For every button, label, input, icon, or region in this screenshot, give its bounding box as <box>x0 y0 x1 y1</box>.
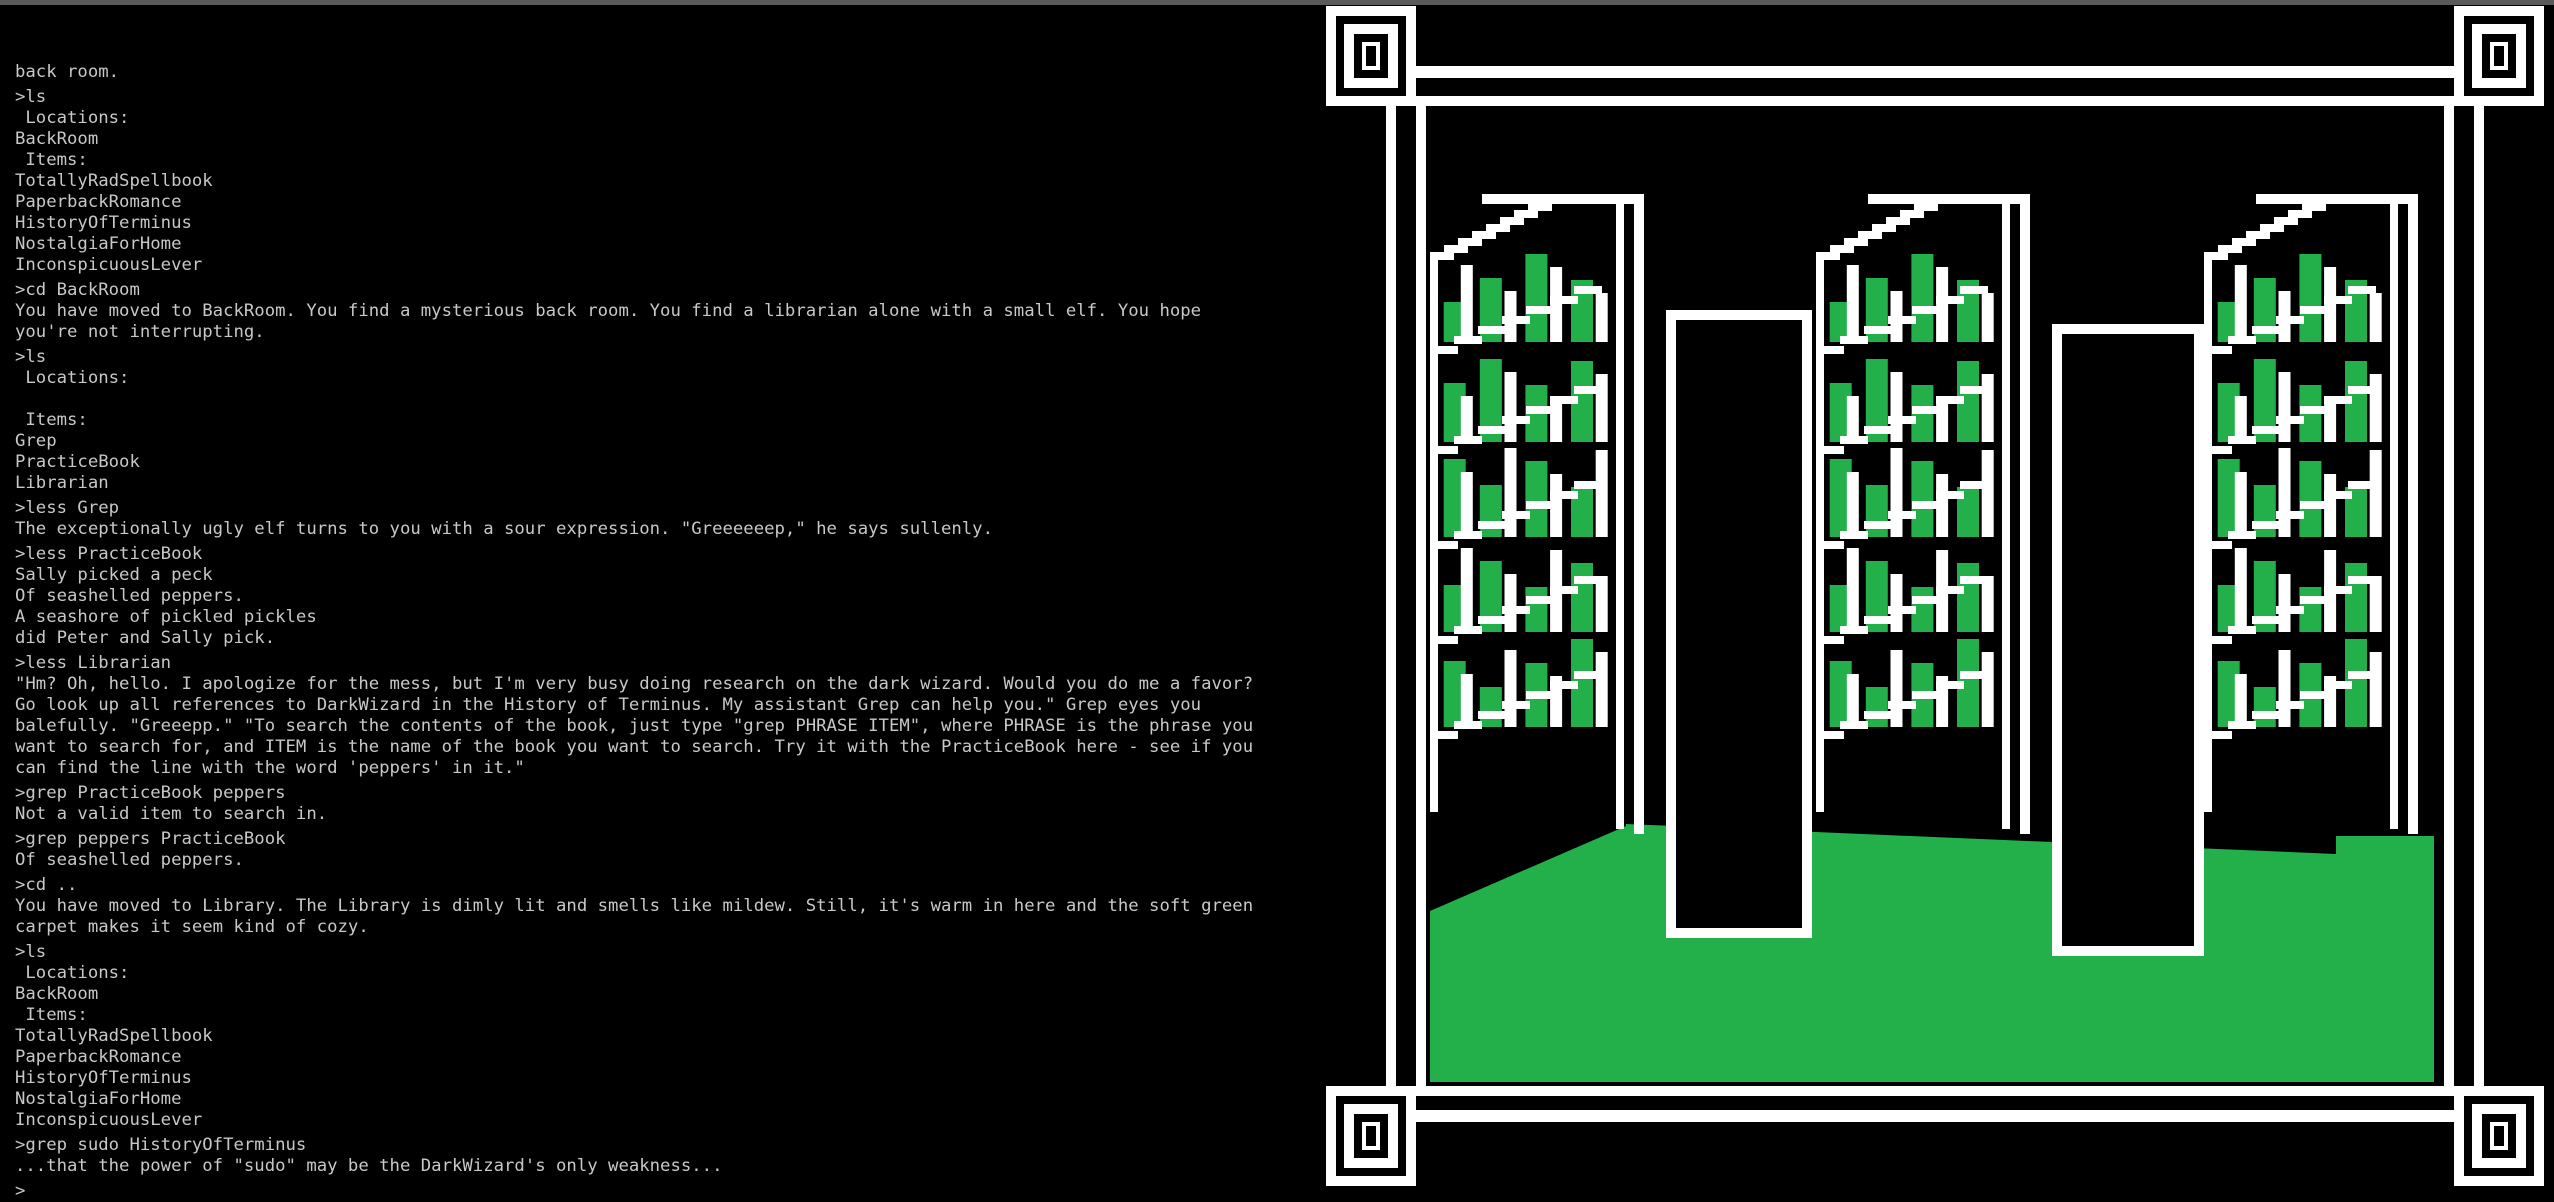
terminal-command-line: > <box>15 1181 26 1201</box>
terminal-output-line: HistoryOfTerminus <box>15 1068 192 1088</box>
terminal-output-line: NostalgiaForHome <box>15 1089 182 1109</box>
frame-corner-icon <box>2454 1086 2544 1186</box>
terminal-command-line: >ls <box>15 347 47 367</box>
terminal-command-line: >cd .. <box>15 875 78 895</box>
terminal-output-line: You have moved to BackRoom. You find a m… <box>15 301 1202 321</box>
terminal-output-line: You have moved to Library. The Library i… <box>15 896 1254 916</box>
terminal-output-line: Not a valid item to search in. <box>15 804 328 824</box>
terminal-command-line: >ls <box>15 87 47 107</box>
terminal-panel[interactable]: back room. >ls Locations: BackRoom Items: T… <box>0 0 1320 1202</box>
terminal-output-line: PaperbackRomance <box>15 192 182 212</box>
terminal-output-line: Of seashelled peppers. <box>15 586 244 606</box>
terminal-output-line: PaperbackRomance <box>15 1047 182 1067</box>
terminal-output-line: Locations: <box>15 963 130 983</box>
terminal-output-line: The exceptionally ugly elf turns to you … <box>15 519 993 539</box>
terminal-output-line: BackRoom <box>15 984 99 1004</box>
terminal-output-line: Locations: <box>15 368 130 388</box>
terminal-output-line: can find the line with the word 'peppers… <box>15 758 525 778</box>
terminal-output-line: back room. <box>15 62 120 82</box>
terminal-output-line: NostalgiaForHome <box>15 234 182 254</box>
terminal-output-line: InconspicuousLever <box>15 255 203 275</box>
terminal-command-line: >less Grep <box>15 498 120 518</box>
terminal-output-line: "Hm? Oh, hello. I apologize for the mess… <box>15 674 1254 694</box>
terminal-output: back room. >ls Locations: BackRoom Items: T… <box>15 62 1315 1202</box>
terminal-command-line: >less Librarian <box>15 653 172 673</box>
terminal-output-line: TotallyRadSpellbook <box>15 171 213 191</box>
library-scene-art <box>1326 6 2544 1186</box>
terminal-output-line: ...that the power of "sudo" may be the D… <box>15 1156 723 1176</box>
terminal-output-line: BackRoom <box>15 129 99 149</box>
terminal-output-line: Items: <box>15 150 88 170</box>
terminal-output-line: Librarian <box>15 473 109 493</box>
terminal-output-line: carpet makes it seem kind of cozy. <box>15 917 369 937</box>
terminal-output-line: want to search for, and ITEM is the name… <box>15 737 1254 757</box>
terminal-output-line: PracticeBook <box>15 452 140 472</box>
terminal-command-line: >grep peppers PracticeBook <box>15 829 286 849</box>
frame-corner-icon <box>1326 6 1416 106</box>
frame-corner-icon <box>1326 1086 1416 1186</box>
terminal-output-line: Grep <box>15 431 57 451</box>
green-carpet <box>1430 824 2434 1082</box>
terminal-output-line: HistoryOfTerminus <box>15 213 192 233</box>
terminal-command-line: >ls <box>15 942 47 962</box>
terminal-command-line: >grep PracticeBook peppers <box>15 783 286 803</box>
terminal-output-line: Of seashelled peppers. <box>15 850 244 870</box>
terminal-output-line: A seashore of pickled pickles <box>15 607 317 627</box>
terminal-command-line: >cd BackRoom <box>15 280 140 300</box>
terminal-output-line: Items: <box>15 1005 88 1025</box>
terminal-output-line: InconspicuousLever <box>15 1110 203 1130</box>
terminal-output-line: Go look up all references to DarkWizard … <box>15 695 1202 715</box>
terminal-output-line: Items: <box>15 410 88 430</box>
terminal-command-line: >grep sudo HistoryOfTerminus <box>15 1135 307 1155</box>
terminal-output-line: TotallyRadSpellbook <box>15 1026 213 1046</box>
terminal-command-line: >less PracticeBook <box>15 544 203 564</box>
terminal-output-line: you're not interrupting. <box>15 322 265 342</box>
frame-corner-icon <box>2454 6 2544 106</box>
terminal-output-line: did Peter and Sally pick. <box>15 628 276 648</box>
terminal-output-line: balefully. "Greeepp." "To search the con… <box>15 716 1254 736</box>
terminal-output-line: Sally picked a peck <box>15 565 213 585</box>
terminal-output-line: Locations: <box>15 108 130 128</box>
